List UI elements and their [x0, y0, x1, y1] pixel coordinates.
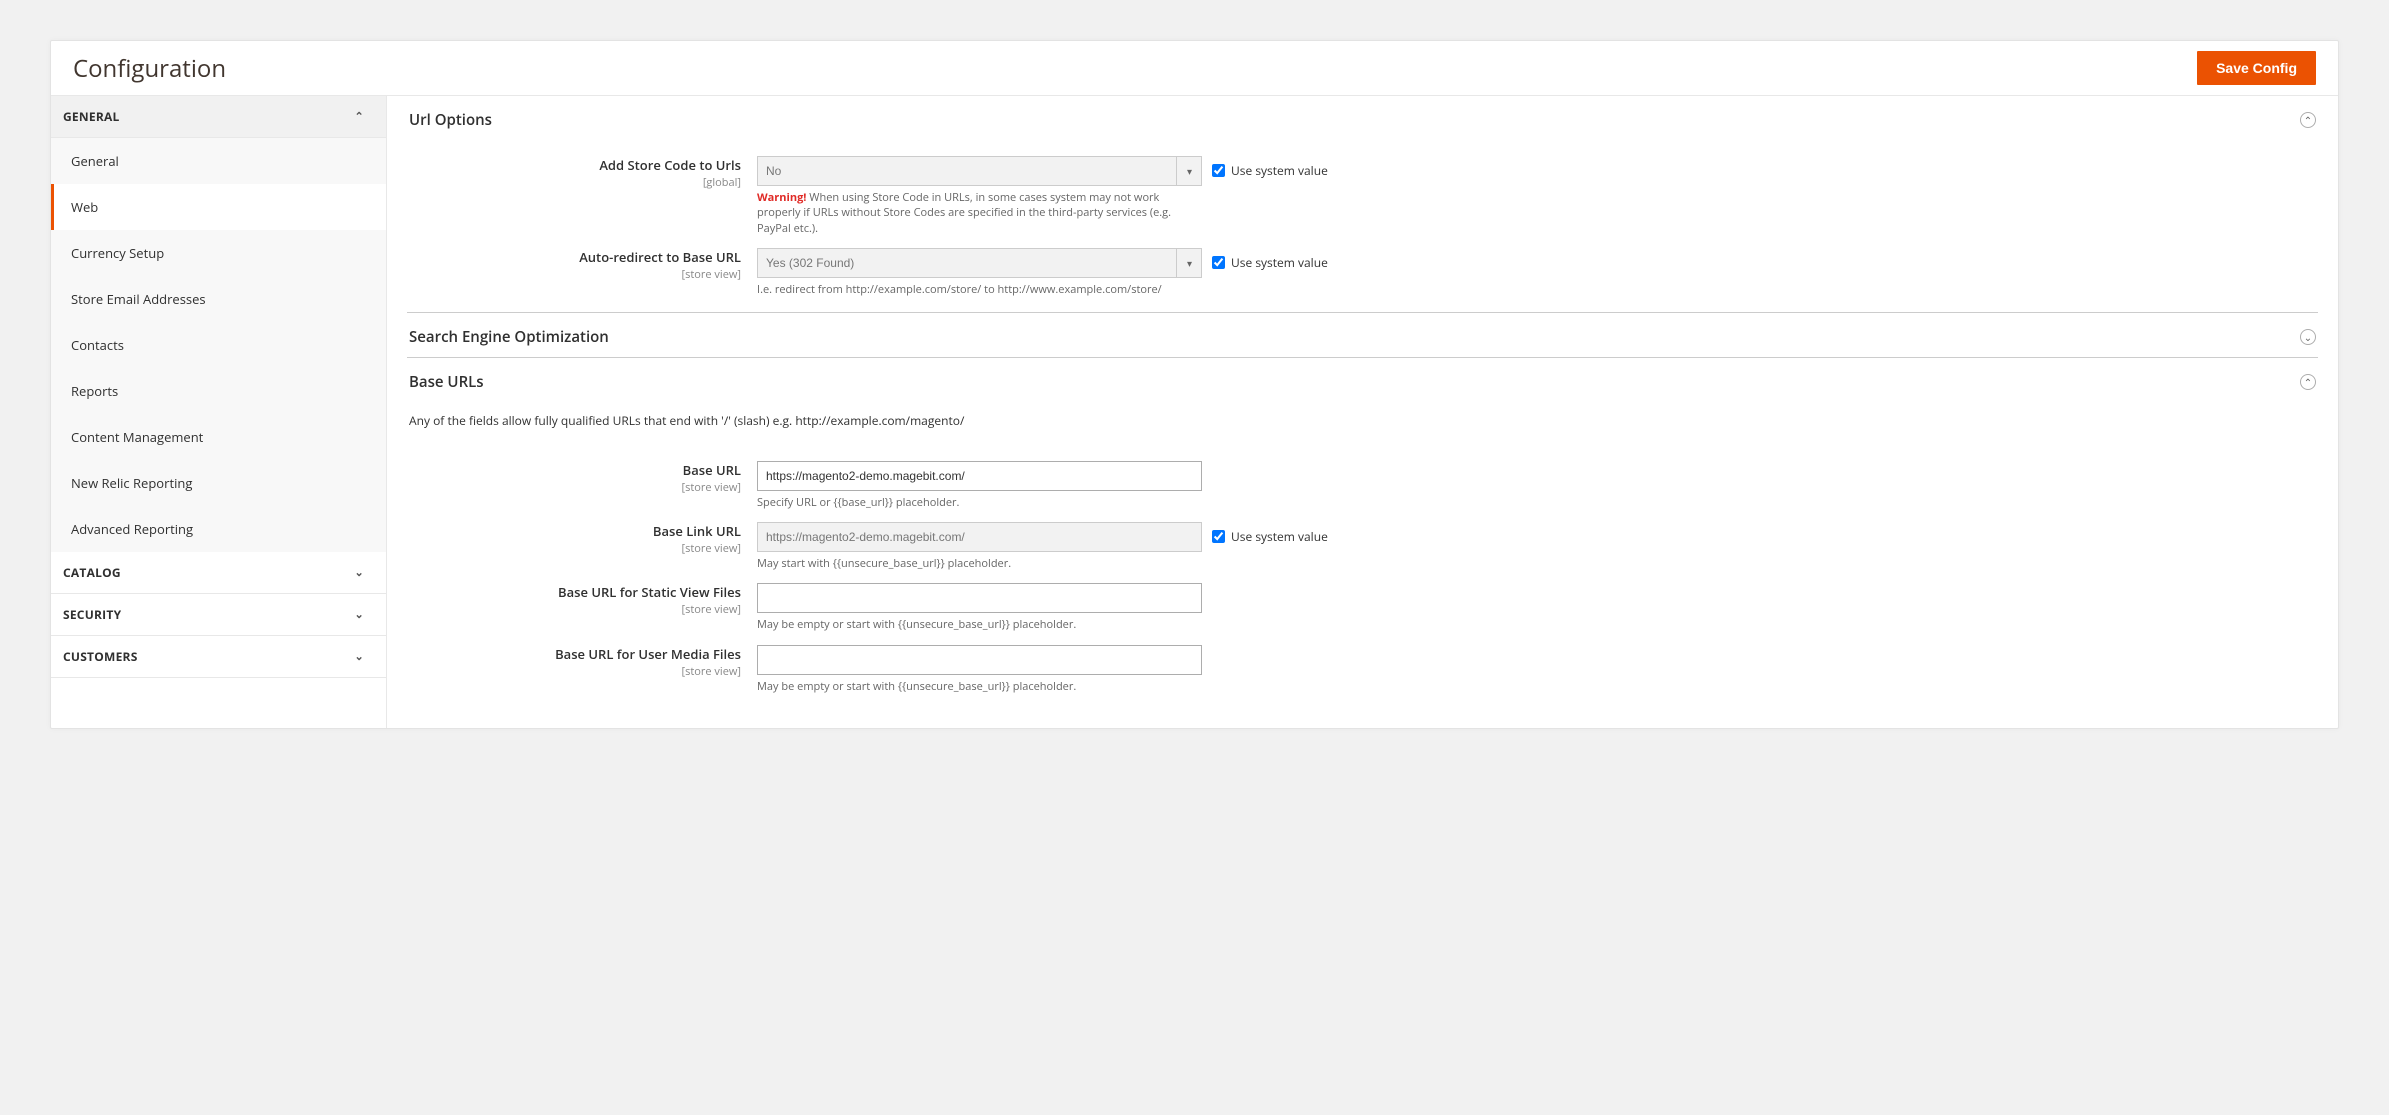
sidebar-section-label: CUSTOMERS: [63, 648, 138, 665]
section-base-urls-body: Base URL [store view] Specify URL or {{b…: [407, 445, 2318, 709]
collapse-icon: ⌃: [2300, 374, 2316, 390]
sidebar-item-new-relic-reporting[interactable]: New Relic Reporting: [51, 460, 386, 506]
collapse-icon: ⌃: [2300, 112, 2316, 128]
section-seo-header[interactable]: Search Engine Optimization ⌄: [407, 312, 2318, 358]
field-add-store-code: Add Store Code to Urls [global] ▾ Warnin…: [407, 150, 2318, 242]
sidebar-item-advanced-reporting[interactable]: Advanced Reporting: [51, 506, 386, 552]
base-urls-intro: Any of the fields allow fully qualified …: [407, 402, 2318, 445]
field-label: Add Store Code to Urls [global]: [407, 156, 747, 190]
expand-icon: ⌄: [2300, 329, 2316, 345]
sidebar-section-customers[interactable]: CUSTOMERS ⌄: [51, 636, 386, 678]
field-label: Base Link URL [store view]: [407, 522, 747, 556]
section-url-options-body: Add Store Code to Urls [global] ▾ Warnin…: [407, 140, 2318, 312]
sidebar-item-reports[interactable]: Reports: [51, 368, 386, 414]
use-system-value[interactable]: Use system value: [1212, 522, 1328, 545]
page-title: Configuration: [73, 52, 226, 85]
chevron-up-icon: ⌃: [355, 109, 364, 124]
field-auto-redirect: Auto-redirect to Base URL [store view] ▾…: [407, 242, 2318, 303]
select-wrap: ▾: [757, 156, 1202, 186]
sidebar-section-label: CATALOG: [63, 564, 121, 581]
static-files-url-input[interactable]: [757, 583, 1202, 613]
select-wrap: ▾: [757, 248, 1202, 278]
field-control: ▾ I.e. redirect from http://example.com/…: [757, 248, 1202, 297]
sidebar-item-store-email-addresses[interactable]: Store Email Addresses: [51, 276, 386, 322]
config-sidebar: GENERAL ⌃ General Web Currency Setup Sto…: [51, 96, 387, 728]
sidebar-item-contacts[interactable]: Contacts: [51, 322, 386, 368]
sidebar-section-label: SECURITY: [63, 606, 121, 623]
field-note: May start with {{unsecure_base_url}} pla…: [757, 556, 1202, 571]
field-note: Warning! When using Store Code in URLs, …: [757, 190, 1202, 236]
field-note: May be empty or start with {{unsecure_ba…: [757, 617, 1202, 632]
use-system-value-checkbox[interactable]: [1212, 164, 1225, 177]
page-body: GENERAL ⌃ General Web Currency Setup Sto…: [51, 96, 2338, 728]
config-panel: Configuration Save Config GENERAL ⌃ Gene…: [50, 40, 2339, 729]
use-system-value-checkbox[interactable]: [1212, 256, 1225, 269]
save-config-button[interactable]: Save Config: [2197, 51, 2316, 85]
sidebar-section-catalog[interactable]: CATALOG ⌄: [51, 552, 386, 594]
field-control: ▾ Warning! When using Store Code in URLs…: [757, 156, 1202, 236]
field-label: Base URL [store view]: [407, 461, 747, 495]
field-control: May start with {{unsecure_base_url}} pla…: [757, 522, 1202, 571]
section-title: Search Engine Optimization: [409, 327, 609, 347]
config-content: Url Options ⌃ Add Store Code to Urls [gl…: [387, 96, 2338, 728]
sidebar-section-general[interactable]: GENERAL ⌃: [51, 96, 386, 138]
auto-redirect-select[interactable]: [757, 248, 1202, 278]
use-system-value-checkbox[interactable]: [1212, 530, 1225, 543]
field-note: I.e. redirect from http://example.com/st…: [757, 282, 1202, 297]
sidebar-section-label: GENERAL: [63, 108, 120, 125]
field-media-files-url: Base URL for User Media Files [store vie…: [407, 639, 2318, 700]
sidebar-item-content-management[interactable]: Content Management: [51, 414, 386, 460]
chevron-down-icon: ⌄: [355, 565, 364, 580]
base-link-url-input[interactable]: [757, 522, 1202, 552]
field-label: Auto-redirect to Base URL [store view]: [407, 248, 747, 282]
sidebar-item-currency-setup[interactable]: Currency Setup: [51, 230, 386, 276]
add-store-code-select[interactable]: [757, 156, 1202, 186]
section-base-urls-header[interactable]: Base URLs ⌃: [407, 358, 2318, 402]
field-base-link-url: Base Link URL [store view] May start wit…: [407, 516, 2318, 577]
chevron-down-icon: ⌄: [355, 607, 364, 622]
base-url-input[interactable]: [757, 461, 1202, 491]
field-label: Base URL for User Media Files [store vie…: [407, 645, 747, 679]
field-control: May be empty or start with {{unsecure_ba…: [757, 645, 1202, 694]
use-system-value[interactable]: Use system value: [1212, 156, 1328, 179]
field-note: May be empty or start with {{unsecure_ba…: [757, 679, 1202, 694]
field-base-url: Base URL [store view] Specify URL or {{b…: [407, 455, 2318, 516]
field-label: Base URL for Static View Files [store vi…: [407, 583, 747, 617]
field-control: Specify URL or {{base_url}} placeholder.: [757, 461, 1202, 510]
field-static-files-url: Base URL for Static View Files [store vi…: [407, 577, 2318, 638]
media-files-url-input[interactable]: [757, 645, 1202, 675]
sidebar-section-security[interactable]: SECURITY ⌄: [51, 594, 386, 636]
section-title: Url Options: [409, 110, 492, 130]
sidebar-item-web[interactable]: Web: [51, 184, 386, 230]
use-system-value[interactable]: Use system value: [1212, 248, 1328, 271]
field-control: May be empty or start with {{unsecure_ba…: [757, 583, 1202, 632]
section-url-options-header[interactable]: Url Options ⌃: [407, 96, 2318, 140]
field-note: Specify URL or {{base_url}} placeholder.: [757, 495, 1202, 510]
chevron-down-icon: ⌄: [355, 649, 364, 664]
page-header: Configuration Save Config: [51, 41, 2338, 96]
section-title: Base URLs: [409, 372, 484, 392]
sidebar-item-general[interactable]: General: [51, 138, 386, 184]
